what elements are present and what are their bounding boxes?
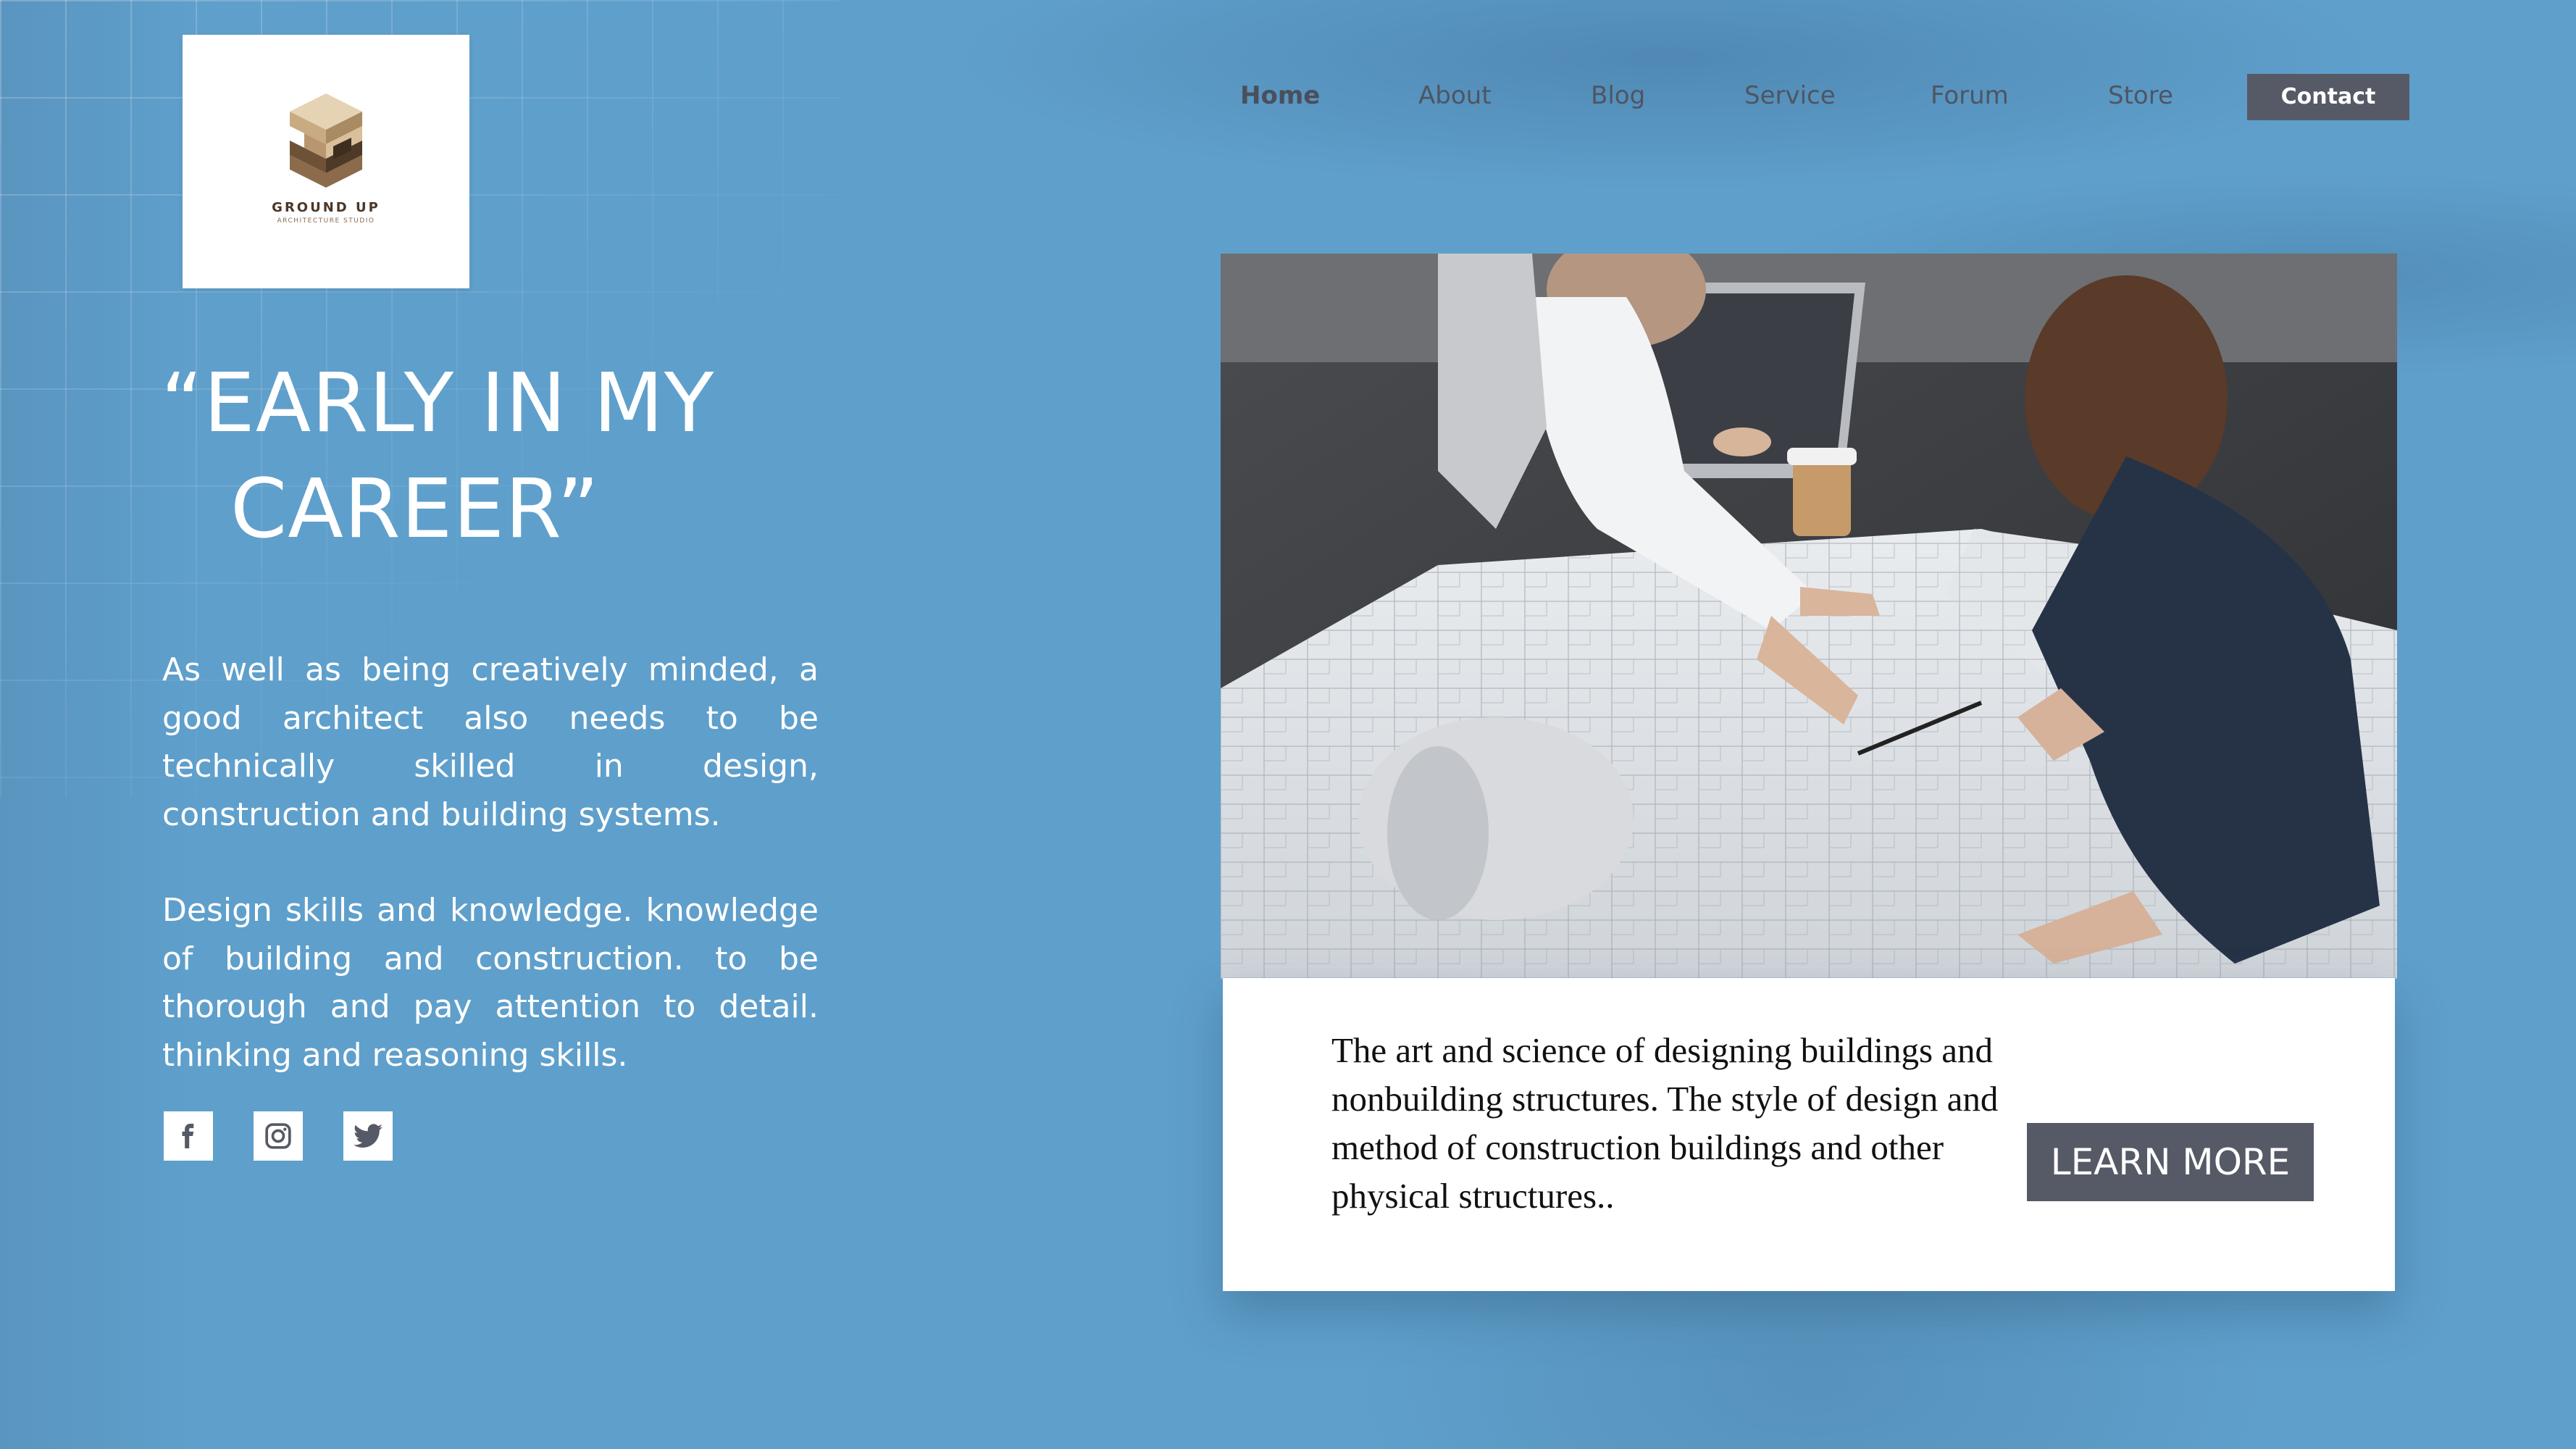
skills-paragraph: Design skills and knowledge. knowledge o… (162, 892, 819, 1074)
intro-paragraph: As well as being creatively minded, a go… (162, 651, 819, 833)
nav-store[interactable]: Store (2108, 72, 2173, 119)
contact-button[interactable]: Contact (2247, 74, 2409, 120)
facebook-icon (182, 1124, 194, 1148)
instagram-link[interactable] (254, 1111, 303, 1161)
nav-home[interactable]: Home (1240, 72, 1320, 119)
nav-about[interactable]: About (1418, 72, 1492, 119)
logo-tagline: ARCHITECTURE STUDIO (277, 217, 375, 225)
nav-blog[interactable]: Blog (1591, 72, 1645, 119)
architects-reviewing-blueprints-photo (1221, 254, 2397, 979)
twitter-icon (354, 1124, 382, 1148)
info-card: The art and science of designing buildin… (1223, 978, 2395, 1291)
card-description: The art and science of designing buildin… (1331, 1030, 1999, 1216)
page-title-line1: “EARLY IN MY (161, 356, 715, 451)
stacked-blocks-logo-icon (290, 93, 362, 188)
logo-name: GROUND UP (272, 200, 380, 215)
logo[interactable]: GROUND UP ARCHITECTURE STUDIO (183, 35, 469, 288)
nav-forum[interactable]: Forum (1931, 72, 2009, 119)
page-title: “EARLY IN MY CAREER” (161, 351, 813, 562)
twitter-link[interactable] (343, 1111, 393, 1161)
learn-more-button[interactable]: LEARN MORE (2027, 1123, 2314, 1201)
photo-illustration (1221, 254, 2397, 979)
instagram-icon (265, 1123, 291, 1149)
page-title-line2: CAREER” (230, 462, 600, 556)
nav-service[interactable]: Service (1744, 72, 1836, 119)
facebook-link[interactable] (164, 1111, 213, 1161)
